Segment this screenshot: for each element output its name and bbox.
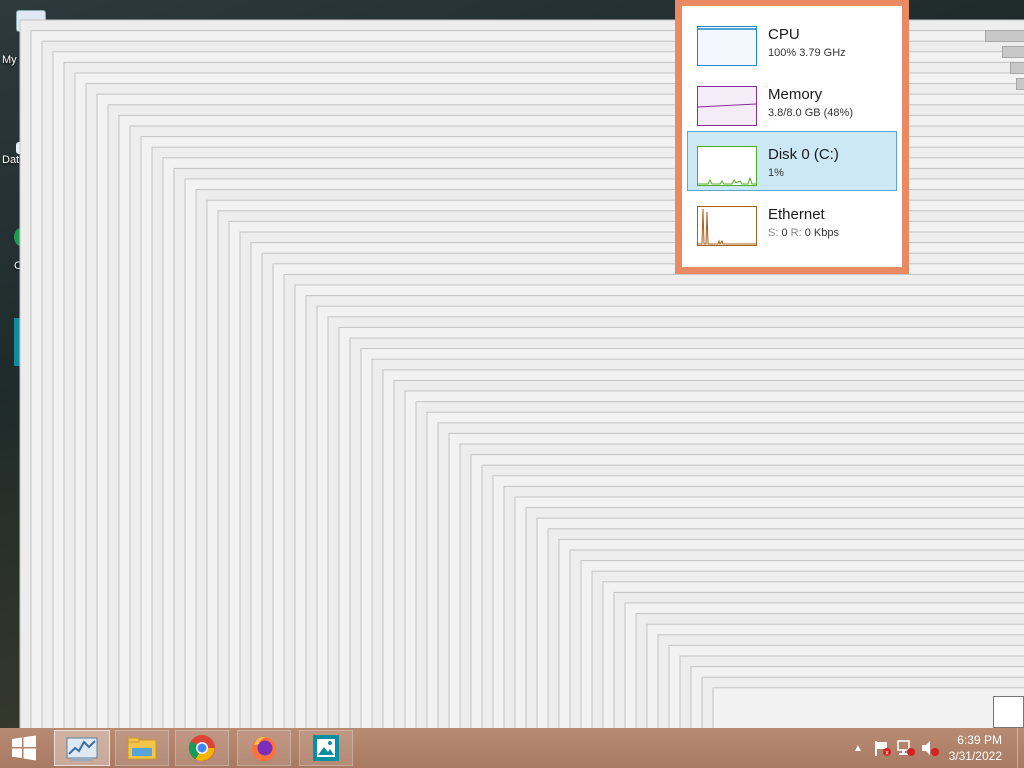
perf-item-detail: 1% bbox=[768, 167, 784, 179]
task-manager-summary-window[interactable]: CPU 100% 3.79 GHz Memory 3.8/8.0 GB (48%… bbox=[675, 0, 909, 274]
system-tray: ▲ x bbox=[850, 728, 940, 768]
start-button[interactable] bbox=[0, 728, 48, 768]
taskbar-app-task-manager[interactable] bbox=[54, 730, 110, 766]
perf-item-memory[interactable]: Memory 3.8/8.0 GB (48%) bbox=[687, 71, 897, 131]
sent-value: 0 bbox=[781, 227, 788, 239]
taskbar-app-photos[interactable] bbox=[299, 730, 353, 766]
clock-time: 6:39 PM bbox=[957, 733, 1002, 747]
cpu-graph-line bbox=[698, 28, 756, 30]
perf-item-detail: 3.8/8.0 GB (48%) bbox=[768, 107, 853, 119]
chrome-icon bbox=[188, 735, 215, 761]
action-center-flag-icon[interactable]: x bbox=[872, 739, 892, 757]
window-stub[interactable] bbox=[1002, 46, 1024, 58]
disk-graph-line bbox=[698, 176, 756, 185]
memory-graph bbox=[697, 86, 757, 126]
perf-item-ethernet[interactable]: Ethernet S: 0 R: 0 Kbps bbox=[687, 191, 897, 251]
taskbar-app-chrome[interactable] bbox=[175, 730, 229, 766]
perf-item-title: Disk 0 (C:) bbox=[768, 146, 839, 163]
task-manager-panel: CPU 100% 3.79 GHz Memory 3.8/8.0 GB (48%… bbox=[682, 6, 902, 267]
received-label: R: bbox=[790, 227, 802, 239]
windows-logo-icon bbox=[12, 735, 36, 761]
show-desktop-button[interactable] bbox=[1017, 728, 1024, 768]
perf-item-disk[interactable]: Disk 0 (C:) 1% bbox=[687, 131, 897, 191]
perf-item-title: CPU bbox=[768, 26, 800, 43]
svg-text:x: x bbox=[885, 750, 889, 757]
window-stub[interactable] bbox=[993, 696, 1024, 728]
network-icon[interactable] bbox=[896, 739, 916, 757]
window-stub[interactable] bbox=[985, 30, 1024, 42]
sent-label: S: bbox=[768, 227, 779, 239]
perf-item-title: Ethernet bbox=[768, 206, 825, 223]
window-stub[interactable] bbox=[1016, 78, 1024, 90]
perf-item-detail: S: 0 R: 0 Kbps bbox=[768, 227, 839, 239]
window-stub[interactable] bbox=[1010, 62, 1024, 74]
cpu-graph bbox=[697, 26, 757, 66]
image-viewer-icon bbox=[313, 735, 339, 761]
clock[interactable]: 6:39 PM 3/31/2022 bbox=[949, 732, 1002, 764]
stacked-window-frame[interactable] bbox=[712, 687, 1024, 730]
ethernet-graph-line bbox=[698, 208, 756, 246]
ethernet-graph bbox=[697, 206, 757, 246]
taskbar-app-file-explorer[interactable] bbox=[115, 730, 169, 766]
perf-item-title: Memory bbox=[768, 86, 823, 103]
show-hidden-icons-chevron[interactable]: ▲ bbox=[850, 743, 866, 754]
perf-item-cpu[interactable]: CPU 100% 3.79 GHz bbox=[687, 11, 897, 71]
taskbar-app-firefox[interactable] bbox=[237, 730, 291, 766]
firefox-icon bbox=[252, 736, 276, 761]
volume-muted-icon[interactable] bbox=[920, 739, 940, 757]
perf-item-detail: 100% 3.79 GHz bbox=[768, 47, 846, 59]
clock-date: 3/31/2022 bbox=[948, 749, 1002, 763]
performance-graph-icon bbox=[66, 737, 98, 761]
folder-icon bbox=[127, 737, 157, 760]
received-value: 0 Kbps bbox=[804, 227, 839, 239]
memory-graph-line bbox=[697, 103, 757, 108]
taskbar: ▲ x 6:39 PM 3/31/2022 bbox=[0, 728, 1024, 768]
disk-graph bbox=[697, 146, 757, 186]
